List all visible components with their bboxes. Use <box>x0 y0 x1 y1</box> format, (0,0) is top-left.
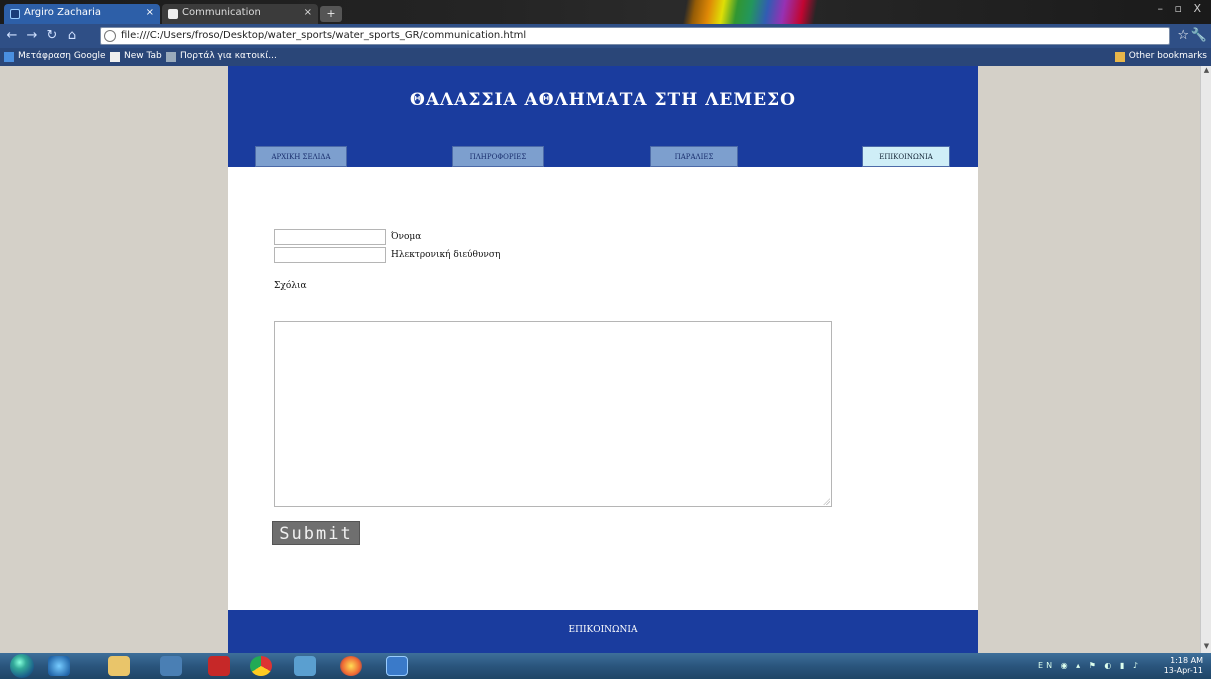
nav-beaches[interactable]: ΠΑΡΑΛΙΕΣ <box>650 146 738 167</box>
clock-time: 1:18 AM <box>1170 656 1203 665</box>
media-player-icon[interactable] <box>160 656 182 676</box>
forward-arrow-icon[interactable]: → <box>24 28 40 44</box>
tab-communication[interactable]: Communication × <box>162 4 318 24</box>
network-icon[interactable] <box>294 656 316 676</box>
bookmark-label: New Tab <box>124 51 162 61</box>
comments-textarea[interactable] <box>274 321 832 507</box>
bookmark-star-icon[interactable]: ☆ <box>1177 28 1189 43</box>
bookmark-google-translate[interactable]: Μετάφραση Google <box>4 51 106 62</box>
address-url: file:///C:/Users/froso/Desktop/water_spo… <box>121 30 527 41</box>
chrome-icon[interactable] <box>250 656 272 676</box>
comments-label: Σχόλια <box>274 281 307 291</box>
browser-title-bar: Argiro Zacharia × Communication × + – ▫ … <box>0 0 1211 24</box>
browser-toolbar: ← → ↻ ⌂ file:///C:/Users/froso/Desktop/w… <box>0 24 1211 48</box>
nav-home[interactable]: ΑΡΧΙΚΗ ΣΕΛΙΔΑ <box>255 146 347 167</box>
clock[interactable]: 1:18 AM 13-Apr-11 <box>1164 656 1203 676</box>
close-tab-icon[interactable]: × <box>146 7 154 18</box>
wrench-icon[interactable]: 🔧 <box>1191 28 1207 43</box>
scroll-up-icon[interactable]: ▲ <box>1201 66 1211 77</box>
submit-button[interactable]: Submit <box>272 521 360 545</box>
page-icon <box>168 9 178 19</box>
tab-argiro-zacharia[interactable]: Argiro Zacharia × <box>4 4 160 24</box>
address-bar[interactable]: file:///C:/Users/froso/Desktop/water_spo… <box>100 27 1170 45</box>
nav-information[interactable]: ΠΛΗΡΟΦΟΡΙΕΣ <box>452 146 544 167</box>
new-tab-button[interactable]: + <box>320 6 342 22</box>
home-icon[interactable]: ⌂ <box>64 28 80 44</box>
resize-grip-icon[interactable] <box>823 498 830 505</box>
language-indicator[interactable]: EN <box>1038 661 1055 670</box>
site-title: ΘΑΛΑΣΣΙΑ ΑΘΛΗΜΑΤΑ ΣΤΗ ΛΕΜΕΣΟ <box>410 90 796 110</box>
firefox-icon[interactable] <box>340 656 362 676</box>
start-button[interactable] <box>10 654 34 678</box>
other-bookmarks[interactable]: Other bookmarks <box>1114 51 1207 62</box>
name-label: Όνομα <box>391 232 422 242</box>
page-info-icon <box>104 30 116 42</box>
bookmark-label: Μετάφραση Google <box>18 51 106 61</box>
bookmark-label: Πορτάλ για κατοικί... <box>180 51 277 61</box>
messenger-icon[interactable] <box>386 656 408 676</box>
email-field[interactable] <box>274 247 386 263</box>
pdf-reader-icon[interactable] <box>208 656 230 676</box>
system-tray-icons[interactable]: EN ◉ ▴ ⚑ ◐ ▮ ♪ <box>1038 661 1141 670</box>
site-header: ΘΑΛΑΣΣΙΑ ΑΘΛΗΜΑΤΑ ΣΤΗ ΛΕΜΕΣΟ ΑΡΧΙΚΗ ΣΕΛΙ… <box>228 66 978 167</box>
facebook-icon <box>10 9 20 19</box>
back-arrow-icon[interactable]: ← <box>4 28 20 44</box>
reload-icon[interactable]: ↻ <box>44 28 60 44</box>
wallpaper-stripes <box>640 0 870 24</box>
page-icon <box>110 52 120 62</box>
tab-label: Communication <box>182 7 261 18</box>
close-tab-icon[interactable]: × <box>304 7 312 18</box>
folder-icon[interactable] <box>108 656 130 676</box>
nav-contact[interactable]: ΕΠΙΚΟΙΝΩΝΙΑ <box>862 146 950 167</box>
bookmarks-bar: Μετάφραση Google New Tab Πορτάλ για κατο… <box>0 48 1211 66</box>
internet-explorer-icon[interactable] <box>48 656 70 676</box>
web-page: ΘΑΛΑΣΣΙΑ ΑΘΛΗΜΑΤΑ ΣΤΗ ΛΕΜΕΣΟ ΑΡΧΙΚΗ ΣΕΛΙ… <box>228 66 978 653</box>
name-field[interactable] <box>274 229 386 245</box>
email-label: Ηλεκτρονική διεύθυνση <box>391 250 501 260</box>
folder-icon <box>1114 52 1125 62</box>
window-controls[interactable]: – ▫ X <box>1158 2 1205 15</box>
windows-taskbar: EN ◉ ▴ ⚑ ◐ ▮ ♪ 1:18 AM 13-Apr-11 <box>0 653 1211 679</box>
scroll-down-icon[interactable]: ▼ <box>1201 642 1211 653</box>
other-bookmarks-label: Other bookmarks <box>1128 51 1207 61</box>
tab-label: Argiro Zacharia <box>24 7 102 18</box>
bookmark-new-tab[interactable]: New Tab <box>110 51 162 62</box>
vertical-scrollbar[interactable]: ▲ ▼ <box>1200 66 1211 653</box>
site-footer: ΕΠΙΚΟΙΝΩΝΙΑ <box>228 610 978 653</box>
page-viewport: ΘΑΛΑΣΣΙΑ ΑΘΛΗΜΑΤΑ ΣΤΗ ΛΕΜΕΣΟ ΑΡΧΙΚΗ ΣΕΛΙ… <box>0 66 1211 653</box>
clock-date: 13-Apr-11 <box>1163 666 1203 675</box>
portal-icon <box>166 52 176 62</box>
translate-icon <box>4 52 14 62</box>
footer-text: ΕΠΙΚΟΙΝΩΝΙΑ <box>568 625 638 635</box>
bookmark-portal[interactable]: Πορτάλ για κατοικί... <box>166 51 277 62</box>
